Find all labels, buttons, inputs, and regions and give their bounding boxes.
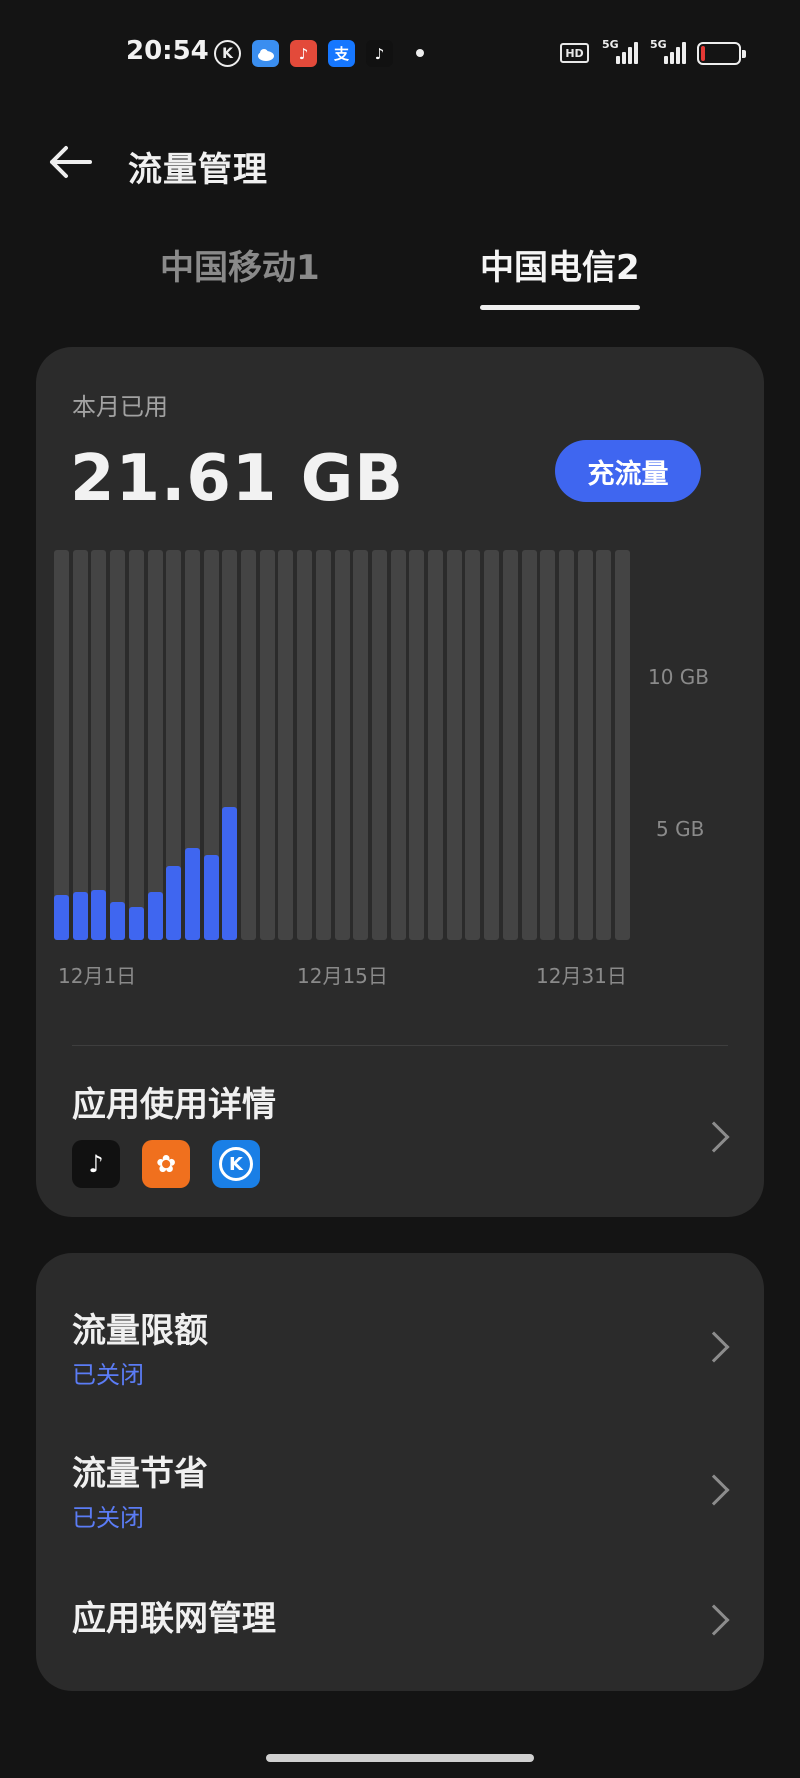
day-bar-track (259, 550, 275, 940)
data-limit-row[interactable]: 流量限额 已关闭 (36, 1253, 764, 1395)
usage-card: 本月已用 21.61 GB 充流量 10 GB 5 GB 12月1日 12月15… (36, 347, 764, 1217)
day-usage-bar (166, 865, 182, 940)
chevron-right-icon (698, 1604, 730, 1636)
day-usage-bar (72, 891, 88, 940)
day-usage-bar (222, 806, 238, 940)
data-saver-row[interactable]: 流量节省 已关闭 (36, 1395, 764, 1537)
day-usage-bar (128, 906, 144, 940)
day-bar-track (409, 550, 425, 940)
squirrel-icon: ✿ (142, 1140, 190, 1188)
day-usage-bar (54, 894, 69, 940)
day-usage-bar (91, 890, 107, 940)
back-button[interactable] (44, 140, 96, 184)
day-bar-track (615, 550, 630, 940)
usage-value: 21.61 GB (70, 442, 405, 516)
day-bar-track (334, 550, 350, 940)
battery-icon (697, 42, 746, 65)
day-bar-track (484, 550, 500, 940)
tiktok-icon: ♪ (72, 1140, 120, 1188)
day-bar-track (521, 550, 537, 940)
recharge-button[interactable]: 充流量 (555, 440, 701, 502)
data-saver-status: 已关闭 (72, 1504, 144, 1532)
tab-sim1[interactable]: 中国移动1 (160, 240, 320, 289)
signal-sim1-icon: 5G (602, 38, 640, 66)
day-bar-track (540, 550, 556, 940)
day-bar-track (596, 550, 612, 940)
x-tick-label: 12月31日 (536, 964, 627, 988)
day-bar-track (428, 550, 443, 940)
day-usage-bar (147, 891, 163, 940)
back-arrow-icon (50, 146, 92, 178)
day-bar-track (577, 550, 593, 940)
tab-indicator (480, 305, 640, 310)
app-icons: ♪ ✿ K (72, 1140, 260, 1188)
status-bar: 20:54 K ♪ 支 ♪ HD 5G 5G (0, 0, 800, 100)
settings-card: 流量限额 已关闭 流量节省 已关闭 应用联网管理 (36, 1253, 764, 1691)
dot-icon (416, 49, 424, 57)
day-usage-bar (110, 902, 126, 940)
signal-sim2-icon: 5G (650, 38, 688, 66)
page-title: 流量管理 (128, 150, 268, 190)
chevron-right-icon (698, 1474, 730, 1506)
day-bar-track (353, 550, 369, 940)
day-bar-track (54, 550, 69, 940)
day-bar-track (465, 550, 481, 940)
tab-sim2[interactable]: 中国电信2 (480, 240, 640, 289)
data-limit-status: 已关闭 (72, 1361, 144, 1389)
day-bar-track (128, 550, 144, 940)
day-bar-track (72, 550, 88, 940)
hd-voice-icon: HD (560, 43, 589, 63)
day-usage-bar (184, 847, 200, 940)
x-tick-label: 12月15日 (297, 964, 388, 988)
day-bar-track (390, 550, 406, 940)
data-saver-title: 流量节省 (72, 1454, 208, 1494)
kugou-icon: K (212, 1140, 260, 1188)
day-bar-track (558, 550, 574, 940)
x-tick-label: 12月1日 (58, 964, 137, 988)
weather-icon (252, 40, 279, 67)
day-bar-track (241, 550, 256, 940)
day-bar-track (371, 550, 387, 940)
music-icon: ♪ (290, 40, 317, 67)
day-usage-bar (203, 855, 219, 940)
home-indicator (266, 1754, 534, 1762)
day-bar-track (110, 550, 126, 940)
tiktok-icon: ♪ (366, 40, 393, 67)
day-bar-track (147, 550, 163, 940)
y-tick-label: 5 GB (656, 817, 705, 841)
y-tick-label: 10 GB (648, 665, 710, 689)
day-bar-track (315, 550, 331, 940)
usage-label: 本月已用 (72, 393, 168, 421)
app-usage-row[interactable]: 应用使用详情 ♪ ✿ K (36, 1047, 764, 1217)
day-bar-track (502, 550, 518, 940)
chevron-right-icon (698, 1121, 730, 1153)
kugou-icon: K (214, 40, 241, 67)
day-bar-track (446, 550, 462, 940)
divider (72, 1045, 728, 1046)
app-network-row[interactable]: 应用联网管理 (36, 1537, 764, 1677)
app-network-title: 应用联网管理 (72, 1599, 276, 1639)
data-limit-title: 流量限额 (72, 1311, 208, 1351)
day-bar-track (297, 550, 313, 940)
day-bar-track (91, 550, 107, 940)
day-bar-track (278, 550, 294, 940)
app-usage-title: 应用使用详情 (72, 1085, 276, 1125)
chevron-right-icon (698, 1331, 730, 1363)
alipay-icon: 支 (328, 40, 355, 67)
daily-usage-chart: 10 GB 5 GB 12月1日 12月15日 12月31日 (36, 550, 764, 988)
status-time: 20:54 (126, 36, 209, 66)
